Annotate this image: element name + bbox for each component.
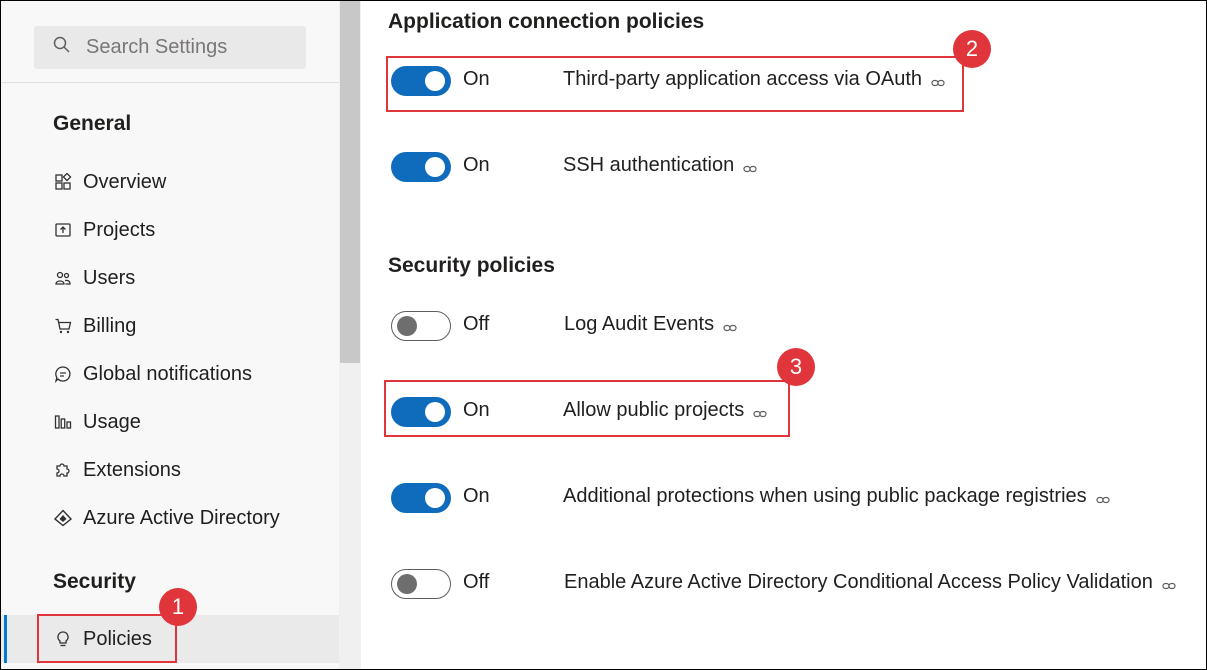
policy-row-log-audit: Off Log Audit Events (391, 310, 737, 342)
ssh-toggle[interactable] (391, 152, 451, 182)
sidebar-item-overview[interactable]: Overview (1, 162, 339, 202)
link-icon[interactable] (1096, 490, 1110, 504)
annotation-badge-1: 1 (159, 588, 197, 626)
sidebar-item-label: Projects (83, 218, 156, 241)
sidebar-item-label: Usage (83, 410, 141, 433)
annotation-badge-3: 3 (777, 348, 815, 386)
sidebar-divider (1, 82, 339, 83)
policy-label: Additional protections when using public… (563, 485, 1110, 508)
oauth-highlight-box (386, 56, 964, 112)
sidebar-item-projects[interactable]: Projects (1, 210, 339, 250)
sidebar-item-label: Extensions (83, 458, 181, 481)
scrollbar-thumb[interactable] (340, 1, 360, 363)
toggle-state-label: On (463, 485, 490, 507)
sidebar-item-extensions[interactable]: Extensions (1, 450, 339, 490)
policy-row-ssh: On SSH authentication (391, 151, 757, 183)
toggle-state-label: On (463, 154, 490, 176)
sidebar-item-label: Users (83, 266, 136, 289)
sidebar-scrollbar[interactable] (339, 1, 361, 669)
policies-highlight-box (37, 614, 177, 663)
public-projects-highlight-box (384, 380, 790, 437)
usage-icon (53, 412, 73, 432)
security-section-title: Security (53, 570, 136, 593)
puzzle-icon (53, 460, 73, 480)
policy-label-text: SSH authentication (563, 154, 735, 176)
policy-row-package-registries: On Additional protections when using pub… (391, 482, 1110, 514)
link-icon[interactable] (743, 159, 757, 173)
users-icon (53, 268, 73, 288)
app-connection-policies-title: Application connection policies (388, 10, 705, 33)
sidebar-item-billing[interactable]: Billing (1, 306, 339, 346)
overview-icon (53, 172, 73, 192)
search-input[interactable]: Search Settings (34, 26, 306, 69)
chat-icon (53, 364, 73, 384)
log-audit-toggle[interactable] (391, 311, 451, 341)
settings-sidebar: Search Settings General Overview Project… (1, 1, 339, 669)
conditional-access-toggle[interactable] (391, 569, 451, 599)
toggle-state-label: Off (463, 313, 490, 335)
toggle-knob (397, 315, 417, 336)
annotation-badge-2: 2 (953, 30, 991, 68)
policy-label: Enable Azure Active Directory Conditiona… (564, 571, 1176, 594)
policy-row-conditional-access: Off Enable Azure Active Directory Condit… (391, 568, 1176, 600)
security-policies-title: Security policies (388, 254, 555, 277)
toggle-knob (397, 573, 417, 594)
policy-label: Log Audit Events (564, 313, 737, 336)
cart-icon (53, 316, 73, 336)
sidebar-item-usage[interactable]: Usage (1, 402, 339, 442)
search-placeholder: Search Settings (86, 36, 228, 58)
general-section-title: General (53, 112, 132, 135)
policy-label-text: Enable Azure Active Directory Conditiona… (564, 571, 1153, 593)
toggle-knob (425, 488, 445, 508)
sidebar-item-users[interactable]: Users (1, 258, 339, 298)
azure-ad-icon (53, 508, 73, 528)
policy-label-text: Additional protections when using public… (563, 485, 1087, 507)
search-icon (52, 35, 72, 60)
settings-window: Search Settings General Overview Project… (0, 0, 1207, 670)
sidebar-item-azure-active-directory[interactable]: Azure Active Directory (1, 498, 339, 538)
policy-label-text: Log Audit Events (564, 313, 715, 335)
package-registries-toggle[interactable] (391, 483, 451, 513)
toggle-state-label: Off (463, 571, 490, 593)
toggle-knob (425, 157, 445, 177)
sidebar-item-label: Billing (83, 314, 137, 337)
policy-label: SSH authentication (563, 154, 757, 177)
link-icon[interactable] (723, 318, 737, 332)
sidebar-item-label: Overview (83, 170, 167, 193)
sidebar-item-label: Global notifications (83, 362, 252, 385)
link-icon[interactable] (1162, 576, 1176, 590)
projects-icon (53, 220, 73, 240)
sidebar-item-global-notifications[interactable]: Global notifications (1, 354, 339, 394)
sidebar-item-label: Azure Active Directory (83, 506, 280, 529)
